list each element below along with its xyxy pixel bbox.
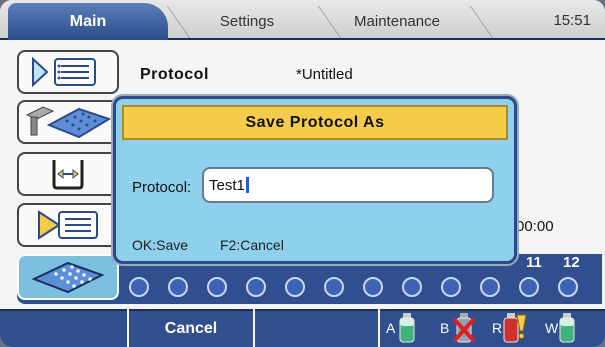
column-number-12: 12 <box>563 254 580 271</box>
protocol-name: *Untitled <box>296 66 353 83</box>
bottle-a-label: A <box>386 320 396 336</box>
plate-well[interactable] <box>480 277 500 297</box>
column-number-11: 11 <box>526 254 542 271</box>
program-steps-icon <box>38 210 98 240</box>
tab-main[interactable]: Main <box>8 3 168 40</box>
save-protocol-dialog: Save Protocol As Protocol: Test1 OK:Save… <box>113 96 517 264</box>
cancel-hint: F2:Cancel <box>220 237 284 253</box>
plate-well[interactable] <box>402 277 422 297</box>
program-steps-button[interactable] <box>17 203 119 247</box>
cancel-button[interactable]: Cancel <box>129 311 253 347</box>
protocol-name-value: Test1 <box>209 176 245 194</box>
microplate-icon <box>31 261 105 294</box>
plate-well[interactable] <box>129 277 149 297</box>
plate-well[interactable] <box>246 277 266 297</box>
bottle-w-label: W <box>545 320 559 336</box>
plate-well[interactable] <box>363 277 383 297</box>
plate-well[interactable] <box>441 277 461 297</box>
bottle-green-icon <box>559 313 575 343</box>
bottle-green-icon <box>399 313 415 343</box>
plate-washer-icon <box>25 106 112 139</box>
protocol-label: Protocol <box>140 66 209 83</box>
tab-bar: Main Settings Maintenance 15:51 <box>0 0 605 40</box>
ok-save-hint: OK:Save <box>132 237 189 253</box>
protocol-name-input[interactable]: Test1 <box>202 167 494 203</box>
aspirate-icon <box>52 160 84 190</box>
protocol-list-button[interactable] <box>17 50 119 94</box>
text-cursor <box>245 177 249 193</box>
plate-well[interactable] <box>324 277 344 297</box>
aspirate-dispense-button[interactable] <box>17 152 119 196</box>
dialog-title: Save Protocol As <box>122 105 508 140</box>
protocol-list-icon <box>32 56 96 88</box>
plate-well[interactable] <box>285 277 305 297</box>
clock: 15:51 <box>553 12 591 29</box>
plate-well[interactable] <box>558 277 578 297</box>
device-screen: Main Settings Maintenance 15:51 Protocol… <box>0 0 605 347</box>
protocol-field-label: Protocol: <box>132 179 192 196</box>
plate-washer-button[interactable] <box>17 100 119 144</box>
plate-well[interactable] <box>168 277 188 297</box>
plate-select-button[interactable] <box>17 254 119 300</box>
softkey-divider <box>253 309 255 347</box>
softkey-divider <box>378 309 380 347</box>
time-value: 00:00 <box>516 218 554 235</box>
bottle-r-label: R <box>492 320 503 336</box>
bottle-missing-icon <box>452 313 476 343</box>
bottle-b-label: B <box>440 320 450 336</box>
bottle-red-warning-icon <box>503 313 527 343</box>
plate-well[interactable] <box>207 277 227 297</box>
plate-well[interactable] <box>519 277 539 297</box>
